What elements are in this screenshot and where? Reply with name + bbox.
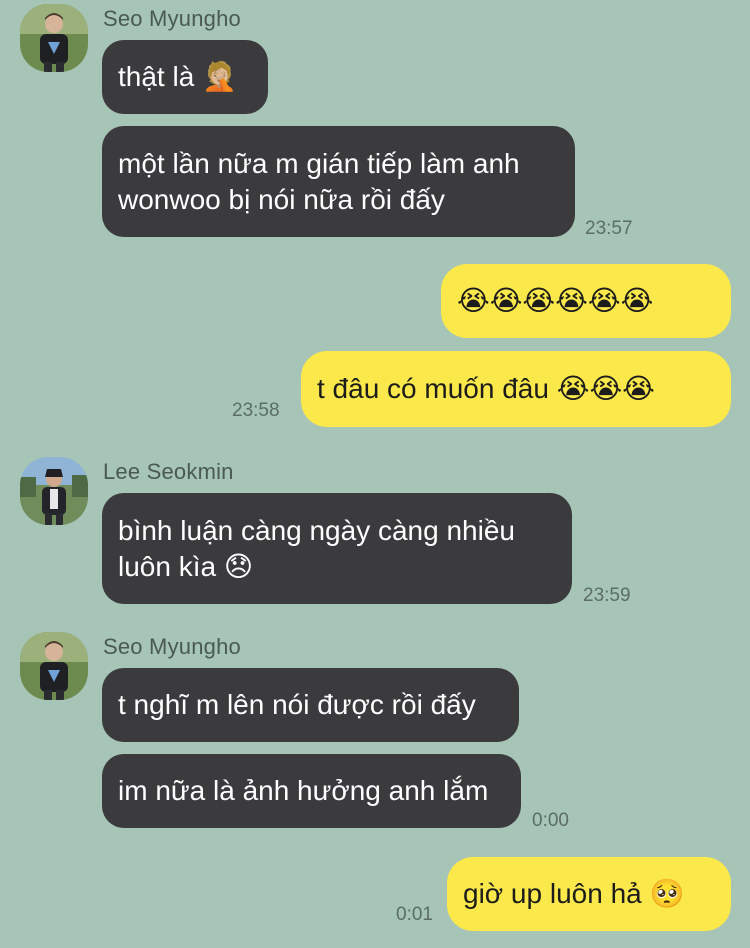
message-timestamp: 23:59 [583,585,631,606]
message-bubble[interactable]: bình luận càng ngày càng nhiều luôn kìa … [102,493,572,604]
message-bubble[interactable]: t đâu có muốn đâu 😭😭😭 [301,351,731,427]
message-timestamp: 23:58 [232,400,280,421]
profile-photo-icon [20,4,88,72]
message-timestamp: 23:57 [585,218,633,239]
message-bubble[interactable]: 😭😭😭😭😭😭 [441,264,731,338]
message-bubble[interactable]: t nghĩ m lên nói được rồi đấy [102,668,519,742]
profile-photo-icon [20,632,88,700]
message-bubble[interactable]: thật là 🤦🏼 [102,40,268,114]
message-bubble[interactable]: im nữa là ảnh hưởng anh lắm [102,754,521,828]
message-bubble[interactable]: một lần nữa m gián tiếp làm anh wonwoo b… [102,126,575,237]
avatar-seo-myungho[interactable] [20,632,88,700]
message-timestamp: 0:01 [396,904,433,925]
message-bubble[interactable]: giờ up luôn hả 🥺 [447,857,731,931]
message-timestamp: 0:00 [532,810,569,831]
avatar-lee-seokmin[interactable] [20,457,88,525]
profile-photo-icon [20,457,88,525]
sender-name: Seo Myungho [103,634,241,659]
sender-name: Seo Myungho [103,6,241,31]
sender-name: Lee Seokmin [103,459,234,484]
avatar-seo-myungho[interactable] [20,4,88,72]
